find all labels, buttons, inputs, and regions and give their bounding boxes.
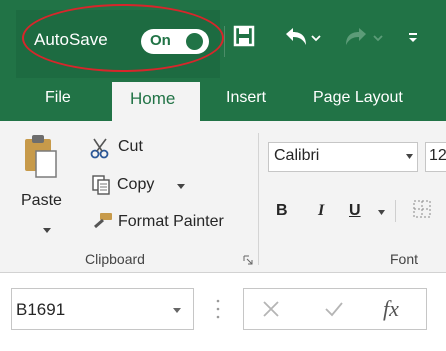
formula-bar-grip-icon[interactable] [215, 297, 221, 321]
font-name-dropdown-icon[interactable] [405, 153, 414, 160]
underline-button[interactable]: U [349, 202, 361, 220]
cut-button[interactable]: Cut [118, 138, 143, 156]
dialog-launcher-icon[interactable] [243, 255, 253, 265]
font-group-label: Font [390, 251, 419, 267]
italic-button[interactable]: I [318, 202, 324, 220]
undo-icon[interactable] [282, 25, 322, 49]
enter-check-icon[interactable] [324, 300, 344, 318]
save-icon[interactable] [233, 25, 255, 47]
clipboard-group-label: Clipboard [85, 251, 145, 267]
redo-icon[interactable] [338, 25, 388, 49]
paste-icon[interactable] [22, 131, 58, 183]
paste-button[interactable]: Paste [21, 192, 62, 210]
name-box-value: B1691 [16, 300, 66, 319]
qat-separator [224, 26, 225, 57]
bold-button[interactable]: B [276, 202, 288, 220]
toggle-knob [186, 33, 203, 50]
scissors-icon [90, 138, 109, 159]
font-name-value: Calibri [274, 147, 320, 164]
tab-insert[interactable]: Insert [226, 89, 266, 107]
paste-dropdown-icon[interactable] [42, 227, 52, 235]
autosave-state-label: On [150, 32, 171, 49]
tab-home[interactable]: Home [130, 89, 175, 109]
autosave-toggle[interactable]: On [141, 29, 209, 54]
copy-button[interactable]: Copy [117, 176, 154, 194]
copy-dropdown-icon[interactable] [176, 183, 186, 191]
autosave-label: AutoSave [34, 30, 108, 49]
format-painter-icon [94, 213, 112, 229]
borders-icon[interactable] [412, 199, 432, 221]
name-box-dropdown-icon[interactable] [172, 307, 182, 315]
customize-qat-icon[interactable] [406, 31, 420, 45]
tab-page-layout[interactable]: Page Layout [313, 89, 403, 107]
font-toolbar-separator [395, 200, 396, 222]
insert-function-button[interactable]: fx [383, 296, 399, 322]
tab-file[interactable]: File [45, 89, 71, 107]
format-painter-button[interactable]: Format Painter [118, 213, 224, 231]
ribbon-group-separator [258, 133, 259, 265]
cancel-icon[interactable] [262, 300, 280, 318]
underline-dropdown-icon[interactable] [377, 209, 386, 216]
copy-icon [92, 175, 110, 195]
font-size-value: 12 [429, 147, 446, 164]
